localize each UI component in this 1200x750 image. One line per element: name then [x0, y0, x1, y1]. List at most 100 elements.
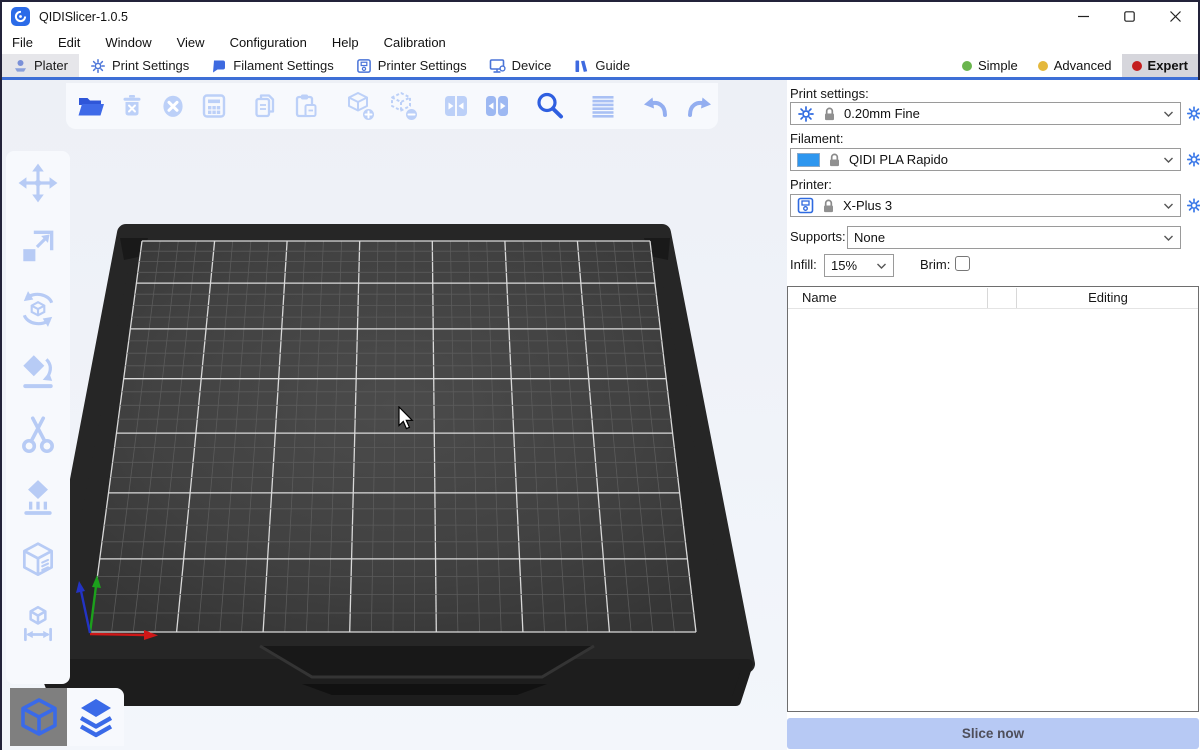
chevron-down-icon [1163, 110, 1174, 118]
3d-viewport[interactable] [2, 80, 787, 750]
delete-all-button[interactable] [158, 89, 188, 123]
cut-tool[interactable] [15, 409, 61, 461]
column-name[interactable]: Name [802, 290, 837, 305]
split-objects-icon [441, 91, 471, 121]
settings-panel: Print settings: 0.20mm Fine Filament: QI… [787, 80, 1200, 750]
copy-button[interactable] [251, 89, 281, 123]
printer-label: Printer: [790, 177, 832, 192]
arrange-icon [199, 91, 229, 121]
menu-view[interactable]: View [177, 35, 205, 50]
add-instance-icon [344, 90, 376, 122]
place-on-face-tool[interactable] [15, 346, 61, 398]
search-button[interactable] [534, 89, 566, 123]
split-to-parts-button[interactable] [482, 89, 512, 123]
chevron-down-icon [876, 262, 887, 270]
object-list[interactable]: Name Editing [787, 286, 1199, 712]
variable-layer-height-button[interactable] [588, 89, 618, 123]
printer-gear-button[interactable] [1186, 194, 1200, 217]
mode-advanced[interactable]: Advanced [1028, 54, 1122, 77]
app-logo-icon [11, 7, 30, 26]
filament-gear-button[interactable] [1186, 148, 1200, 171]
lock-icon [827, 152, 842, 168]
printer-value: X-Plus 3 [843, 198, 892, 213]
tool-sidebar [6, 151, 70, 684]
infill-label: Infill: [790, 257, 817, 272]
brim-checkbox[interactable] [955, 256, 970, 271]
tab-printer-settings[interactable]: Printer Settings [345, 54, 478, 77]
paste-button[interactable] [292, 89, 322, 123]
tab-bar: Plater Print Settings Filament Settings … [2, 54, 1198, 80]
lock-icon [821, 198, 836, 214]
object-list-header: Name Editing [788, 287, 1198, 309]
tab-print-settings[interactable]: Print Settings [79, 54, 200, 77]
tab-filament-settings[interactable]: Filament Settings [200, 54, 344, 77]
print-settings-gear-button[interactable] [1186, 102, 1200, 125]
app-window: QIDISlicer-1.0.5 File Edit Window View C… [0, 0, 1200, 750]
chevron-down-icon [1163, 202, 1174, 210]
remove-instance-button[interactable] [387, 89, 419, 123]
advanced-dot-icon [1038, 61, 1048, 71]
menu-bar: File Edit Window View Configuration Help… [2, 31, 1198, 54]
redo-button[interactable] [683, 89, 715, 123]
paint-supports-icon [17, 477, 59, 519]
printer-icon [356, 58, 372, 74]
tab-guide[interactable]: Guide [562, 54, 641, 77]
search-icon [534, 90, 566, 122]
plater-icon [13, 58, 28, 73]
gear-icon [1186, 151, 1200, 168]
3d-editor-view-button[interactable] [10, 688, 67, 746]
split-to-objects-button[interactable] [441, 89, 471, 123]
measure-icon [17, 603, 59, 645]
infill-combo[interactable]: 15% [824, 254, 894, 277]
open-folder-icon [76, 91, 106, 121]
remove-instance-icon [387, 90, 419, 122]
printer-combo[interactable]: X-Plus 3 [790, 194, 1181, 217]
scale-tool[interactable] [15, 220, 61, 272]
menu-calibration[interactable]: Calibration [384, 35, 446, 50]
filament-value: QIDI PLA Rapido [849, 152, 948, 167]
preview-view-button[interactable] [67, 688, 124, 746]
tab-plater[interactable]: Plater [2, 54, 79, 77]
add-instance-button[interactable] [344, 89, 376, 123]
chevron-down-icon [1163, 156, 1174, 164]
mode-expert[interactable]: Expert [1122, 54, 1198, 77]
menu-file[interactable]: File [12, 35, 33, 50]
mode-selector: Simple Advanced Expert [952, 54, 1198, 77]
supports-combo[interactable]: None [847, 226, 1181, 249]
window-title: QIDISlicer-1.0.5 [39, 10, 128, 24]
close-button[interactable] [1152, 2, 1198, 31]
filament-icon [211, 58, 227, 74]
3d-view-cube-icon [17, 695, 61, 739]
infill-value: 15% [831, 258, 857, 273]
menu-help[interactable]: Help [332, 35, 359, 50]
trash-icon [117, 91, 147, 121]
paint-supports-tool[interactable] [15, 472, 61, 524]
arrange-button[interactable] [199, 89, 229, 123]
paste-icon [292, 91, 322, 121]
main-toolbar [66, 83, 718, 129]
menu-configuration[interactable]: Configuration [230, 35, 307, 50]
column-editing[interactable]: Editing [1017, 290, 1199, 305]
layer-height-icon [588, 91, 618, 121]
print-settings-label: Print settings: [790, 86, 869, 101]
simple-dot-icon [962, 61, 972, 71]
menu-edit[interactable]: Edit [58, 35, 80, 50]
print-settings-combo[interactable]: 0.20mm Fine [790, 102, 1181, 125]
filament-combo[interactable]: QIDI PLA Rapido [790, 148, 1181, 171]
open-button[interactable] [76, 89, 106, 123]
delete-all-icon [158, 91, 188, 121]
undo-arrow-icon [640, 90, 672, 122]
minimize-button[interactable] [1060, 2, 1106, 31]
mode-simple[interactable]: Simple [952, 54, 1028, 77]
seam-painting-tool[interactable] [15, 535, 61, 587]
menu-window[interactable]: Window [105, 35, 151, 50]
measure-tool[interactable] [15, 598, 61, 650]
undo-button[interactable] [640, 89, 672, 123]
rotate-tool[interactable] [15, 283, 61, 335]
slice-now-button[interactable]: Slice now [787, 718, 1199, 749]
tab-device[interactable]: Device [478, 54, 563, 77]
maximize-button[interactable] [1106, 2, 1152, 31]
delete-button[interactable] [117, 89, 147, 123]
move-tool[interactable] [15, 157, 61, 209]
supports-label: Supports: [790, 229, 846, 244]
